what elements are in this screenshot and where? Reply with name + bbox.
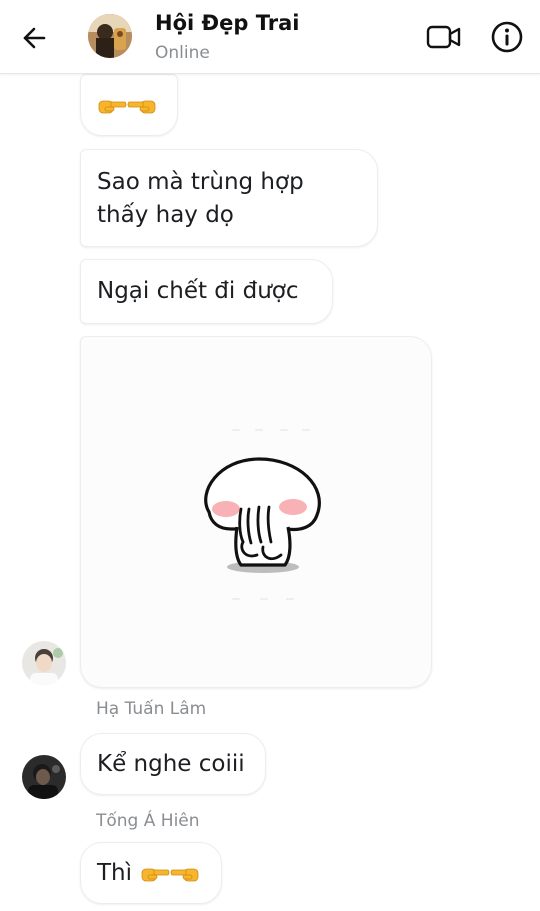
message-text: Kể nghe coiii	[97, 750, 245, 777]
message-text: thấy hay dọ	[97, 202, 234, 228]
backhand-index-pointing-hands-icon	[97, 92, 157, 118]
chat-header: Hội Đẹp Trai Online	[0, 0, 540, 74]
back-button[interactable]	[16, 20, 52, 56]
avatar[interactable]	[22, 641, 66, 685]
group-avatar[interactable]	[88, 14, 132, 58]
avatar[interactable]	[22, 755, 66, 799]
backhand-index-pointing-hands-icon	[140, 860, 200, 886]
sender-name: Tống Á Hiên	[96, 811, 200, 831]
message-bubble[interactable]	[80, 74, 178, 136]
message-bubble[interactable]: Ngại chết đi được	[80, 259, 333, 324]
message-text: Thì	[97, 859, 133, 886]
message-text: Sao mà trùng hợp	[97, 169, 304, 195]
online-status: Online	[155, 43, 210, 63]
message-bubble[interactable]: Thì	[80, 842, 222, 904]
sender-name: Hạ Tuấn Lâm	[96, 699, 207, 719]
arrow-left-icon	[23, 27, 46, 49]
video-camera-icon	[426, 25, 461, 49]
message-bubble[interactable]: Sao mà trùng hợp thấy hay dọ	[80, 149, 378, 247]
message-text: Ngại chết đi được	[97, 278, 299, 304]
blushing-bunny-sticker	[204, 429, 321, 600]
info-circle-icon	[491, 21, 523, 53]
sticker-message[interactable]	[80, 336, 432, 688]
message-bubble[interactable]: Kể nghe coiii	[80, 733, 266, 795]
chat-title[interactable]: Hội Đẹp Trai	[155, 11, 299, 35]
video-call-button[interactable]	[424, 20, 464, 54]
info-button[interactable]	[489, 19, 525, 55]
